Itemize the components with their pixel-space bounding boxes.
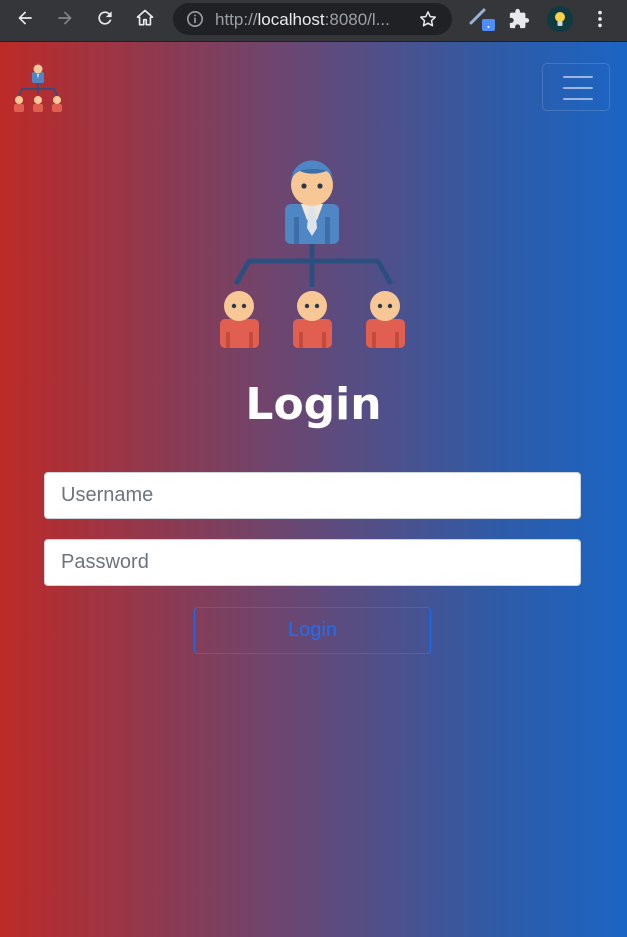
forward-arrow-icon[interactable] xyxy=(51,4,79,32)
browser-toolbar: http://localhost:8080/l... xyxy=(0,0,627,42)
back-arrow-icon[interactable] xyxy=(11,4,39,32)
org-chart-icon xyxy=(220,160,405,348)
page-title: Login xyxy=(245,379,382,430)
hamburger-icon xyxy=(563,76,593,78)
address-bar[interactable]: http://localhost:8080/l... xyxy=(173,3,452,35)
reload-icon[interactable] xyxy=(91,4,119,32)
login-page: Login Login xyxy=(0,42,627,937)
login-button[interactable]: Login xyxy=(194,607,431,654)
info-icon[interactable] xyxy=(185,9,205,29)
hamburger-icon xyxy=(563,87,593,89)
puzzle-icon[interactable] xyxy=(505,5,533,33)
navbar-toggler[interactable] xyxy=(542,63,610,111)
url-text[interactable]: http://localhost:8080/l... xyxy=(215,10,405,30)
hamburger-icon xyxy=(563,98,593,100)
star-icon[interactable] xyxy=(417,8,439,30)
kebab-menu-icon[interactable] xyxy=(586,5,614,33)
url-path: :8080/l... xyxy=(324,10,390,29)
username-input[interactable] xyxy=(44,472,581,519)
url-host: localhost xyxy=(257,10,325,29)
org-chart-icon[interactable] xyxy=(12,62,64,116)
url-scheme: http:// xyxy=(215,10,258,29)
lightbulb-extension-icon[interactable] xyxy=(546,5,574,33)
password-input[interactable] xyxy=(44,539,581,586)
pen-extension-icon[interactable] xyxy=(467,5,495,33)
home-icon[interactable] xyxy=(131,4,159,32)
